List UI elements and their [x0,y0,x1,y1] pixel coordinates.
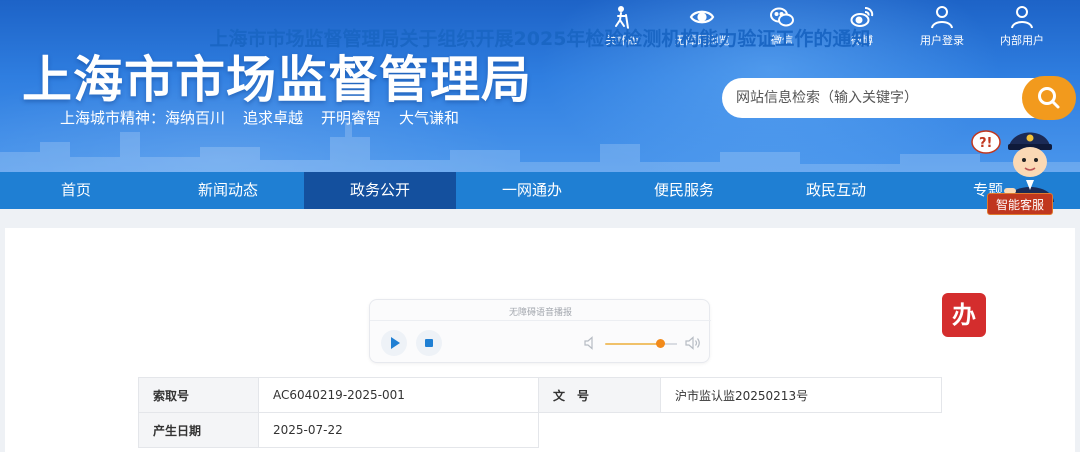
stop-button[interactable] [416,330,442,356]
volume-slider-knob[interactable] [656,339,665,348]
slogan-part: 上海城市精神：海纳百川 [60,109,226,127]
city-slogan: 上海城市精神：海纳百川 追求卓越 开明睿智 大气谦和 [60,107,459,128]
slogan-part: 追求卓越 [243,109,304,127]
article-title: 上海市市场监督管理局关于组织开展2025年检验检测机构能力验证工作的通知 [209,28,871,50]
doc-number-value: 沪市监认监20250213号 [660,377,942,413]
nav-item-online-services[interactable]: 一网通办 [456,172,608,209]
table-row: 索取号 AC6040219-2025-001 文 号 沪市监认监20250213… [138,377,942,413]
slogan-part: 大气谦和 [399,109,460,127]
doc-number-label: 文 号 [538,377,661,413]
stop-icon [425,339,433,347]
empty-cell [661,413,942,448]
svg-text:?!: ?! [979,136,992,151]
table-row: 产生日期 2025-07-22 [138,412,942,448]
empty-cell [539,413,661,448]
index-label: 索取号 [138,377,259,413]
nav-item-interaction[interactable]: 政民互动 [760,172,912,209]
divider [370,320,711,321]
play-button[interactable] [381,330,407,356]
search-input[interactable]: 网站信息检索（输入关键字） [722,78,1038,118]
nav-item-gov-affairs[interactable]: 政务公开 [304,172,456,209]
volume-low-icon[interactable] [584,336,596,350]
document-meta-table: 索取号 AC6040219-2025-001 文 号 沪市监认监20250213… [138,377,942,448]
assistant-label[interactable]: 智能客服 [987,193,1053,215]
index-value: AC6040219-2025-001 [258,377,539,413]
search-button[interactable] [1022,76,1076,120]
slogan-part: 开明睿智 [321,109,382,127]
audio-player: 无障碍语音播报 [369,299,711,363]
service-badge-icon[interactable]: 办 [942,293,986,337]
player-label: 无障碍语音播报 [508,308,572,318]
main-nav: 首页 新闻动态 政务公开 一网通办 便民服务 政民互动 专题 [0,172,1080,209]
nav-item-home[interactable]: 首页 [0,172,152,209]
date-value: 2025-07-22 [258,412,539,448]
play-icon [391,337,400,349]
nav-item-public-services[interactable]: 便民服务 [608,172,760,209]
nav-item-news[interactable]: 新闻动态 [152,172,304,209]
date-label: 产生日期 [138,412,259,448]
search-icon [1038,87,1060,109]
volume-high-icon[interactable] [685,335,701,351]
